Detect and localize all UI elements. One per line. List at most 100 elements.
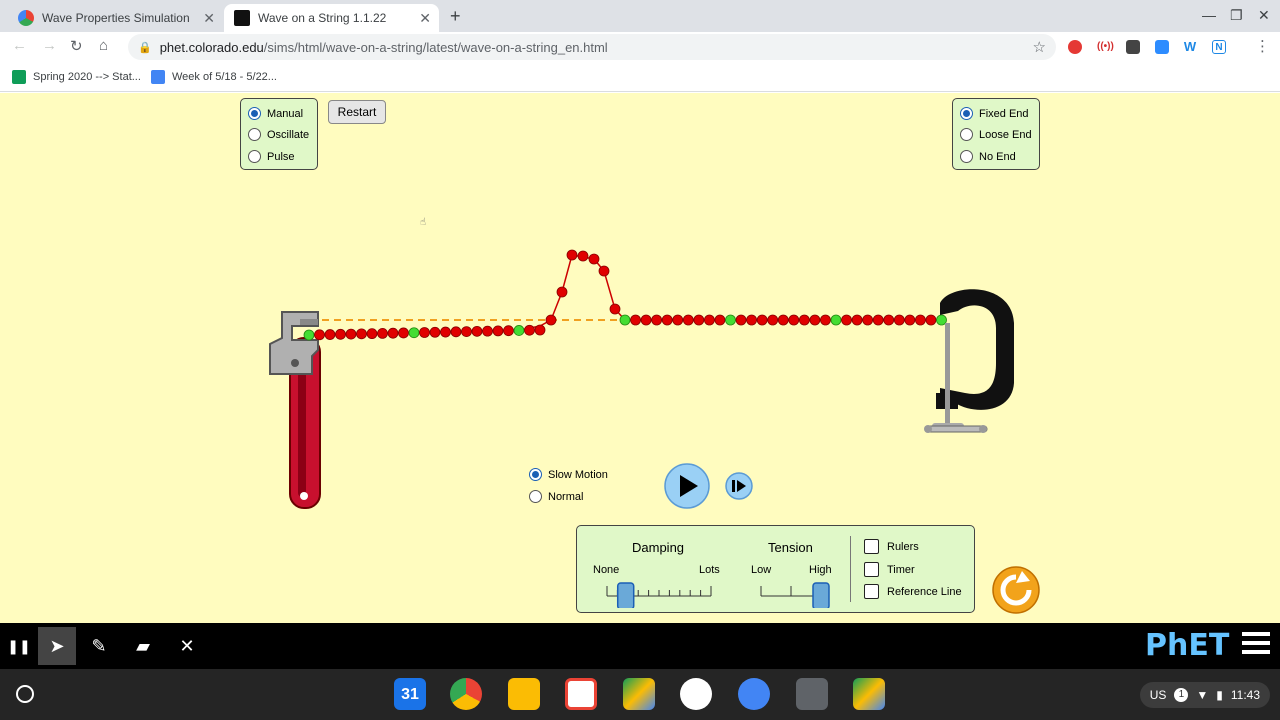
string-bead — [588, 253, 600, 265]
tension-max-label: High — [809, 564, 832, 576]
string-bead — [915, 314, 926, 326]
radio-button[interactable] — [529, 468, 542, 481]
string-bead — [471, 325, 483, 337]
phet-favicon-icon — [234, 10, 250, 26]
tab-wave-properties[interactable]: Wave Properties Simulation - For ✕ — [8, 4, 223, 32]
highlighter-icon[interactable]: ▰ — [124, 627, 162, 665]
launcher-icon[interactable] — [16, 685, 34, 703]
tension-slider-thumb[interactable] — [812, 582, 830, 608]
tab-strip: Wave Properties Simulation - For ✕ Wave … — [0, 0, 1280, 32]
bookmark-spring-2020[interactable]: Spring 2020 --> Stat... — [12, 70, 141, 84]
new-tab-icon[interactable]: + — [450, 6, 461, 27]
hamburger-menu-icon[interactable] — [1242, 632, 1270, 654]
close-icon[interactable]: ✕ — [203, 10, 215, 27]
reset-all-button[interactable] — [992, 566, 1040, 614]
radio-button[interactable] — [529, 490, 542, 503]
string-bead — [324, 329, 336, 340]
reload-icon[interactable]: ↻ — [70, 37, 83, 55]
string-bead — [830, 314, 842, 326]
zoom-extension-icon[interactable] — [1155, 40, 1169, 54]
tab-wave-on-a-string[interactable]: Wave on a String 1.1.22 ✕ — [224, 4, 439, 32]
bookmark-label: Spring 2020 --> Stat... — [33, 71, 141, 83]
close-icon[interactable]: ✕ — [419, 10, 431, 27]
play-button[interactable] — [664, 463, 710, 509]
damping-max-label: Lots — [699, 564, 720, 576]
damping-min-label: None — [593, 564, 620, 576]
string-bead — [682, 314, 694, 326]
clock: 11:43 — [1230, 688, 1260, 702]
string-bead — [377, 328, 388, 339]
back-icon[interactable]: ← — [12, 37, 27, 54]
string-beads[interactable] — [303, 249, 947, 341]
checkbox[interactable] — [864, 539, 879, 554]
string-bead — [851, 314, 863, 326]
checkbox-label: Rulers — [887, 540, 919, 553]
checkbox[interactable] — [864, 584, 879, 599]
drive-app-icon[interactable] — [623, 678, 655, 710]
address-bar[interactable]: 🔒 phet.colorado.edu/sims/html/wave-on-a-… — [128, 34, 1056, 60]
tension-label: Tension — [768, 540, 813, 555]
annotation-toolbar: ❚❚ ➤ ✎ ▰ ✕ PhET — [0, 623, 1280, 669]
damping-slider-thumb[interactable] — [616, 582, 635, 608]
chrome-app-icon[interactable] — [450, 678, 482, 710]
pen-icon[interactable]: ✎ — [80, 627, 118, 665]
files-app-icon[interactable] — [738, 678, 770, 710]
clamp-icon — [924, 289, 1014, 433]
broadcast-extension-icon[interactable]: ((•)) — [1097, 40, 1114, 54]
string-bead — [725, 314, 736, 326]
slow-motion-radio[interactable]: Slow Motion — [529, 468, 608, 481]
string-bead — [746, 314, 757, 326]
close-icon[interactable]: ✕ — [168, 627, 206, 665]
w-extension-icon[interactable]: W — [1183, 40, 1197, 54]
string-bead — [609, 303, 621, 315]
bookmarks-bar: Spring 2020 --> Stat... Week of 5/18 - 5… — [0, 62, 1280, 92]
forward-icon[interactable]: → — [42, 37, 57, 54]
string-bead — [524, 324, 535, 336]
pause-icon[interactable]: ❚❚ — [0, 627, 38, 665]
n-extension-icon[interactable]: N — [1212, 40, 1226, 54]
string-bead[interactable] — [303, 329, 315, 341]
string-bead — [556, 286, 568, 298]
keep-app-icon[interactable] — [508, 678, 540, 710]
timer-checkbox[interactable]: Timer — [864, 562, 915, 577]
string-bead — [661, 314, 673, 326]
calculator-app-icon[interactable] — [796, 678, 828, 710]
sheets-icon — [12, 70, 26, 84]
url-host: phet.colorado.edu — [159, 39, 264, 55]
pointer-icon[interactable]: ➤ — [38, 627, 76, 665]
string-bead — [398, 327, 409, 339]
step-forward-button[interactable] — [725, 472, 753, 500]
rulers-checkbox[interactable]: Rulers — [864, 539, 919, 554]
normal-speed-radio[interactable]: Normal — [529, 490, 583, 503]
tension-slider[interactable] — [757, 578, 833, 608]
shield-extension-icon[interactable] — [1126, 40, 1140, 54]
string-bead — [651, 314, 663, 326]
minimize-icon[interactable]: — — [1202, 7, 1216, 23]
string-bead — [314, 329, 325, 341]
menu-dots-icon[interactable]: ⋮ — [1255, 37, 1270, 55]
reference-line-checkbox[interactable]: Reference Line — [864, 584, 962, 599]
locale-label: US — [1149, 688, 1167, 702]
extension-icon[interactable] — [1068, 40, 1082, 54]
maximize-icon[interactable]: ❐ — [1230, 7, 1243, 24]
home-icon[interactable]: ⌂ — [99, 37, 108, 54]
string-bead — [577, 250, 589, 262]
wifi-icon: ▼ — [1196, 688, 1209, 702]
window-close-icon[interactable]: ✕ — [1258, 7, 1270, 24]
gmail-app-icon[interactable] — [565, 678, 597, 710]
bookmark-star-icon[interactable]: ☆ — [1033, 38, 1046, 56]
hand-cursor-icon: ☝ — [420, 217, 426, 228]
play-store-app-icon[interactable] — [680, 678, 712, 710]
damping-slider[interactable] — [603, 578, 715, 608]
wrench-icon[interactable] — [269, 311, 321, 509]
simulation-area: Manual Oscillate Pulse Restart Fixed End… — [0, 93, 1280, 623]
system-tray[interactable]: US 1 ▼ ▮ 11:43 — [1139, 682, 1270, 708]
bookmark-week-5-18[interactable]: Week of 5/18 - 5/22... — [151, 70, 277, 84]
string-bead — [714, 314, 726, 326]
calendar-app-icon[interactable]: 31 — [394, 678, 426, 710]
tension-min-label: Low — [751, 564, 772, 576]
string-bead — [777, 314, 789, 326]
string-bead — [619, 314, 631, 326]
checkbox[interactable] — [864, 562, 879, 577]
drive-app-icon[interactable] — [853, 678, 885, 710]
